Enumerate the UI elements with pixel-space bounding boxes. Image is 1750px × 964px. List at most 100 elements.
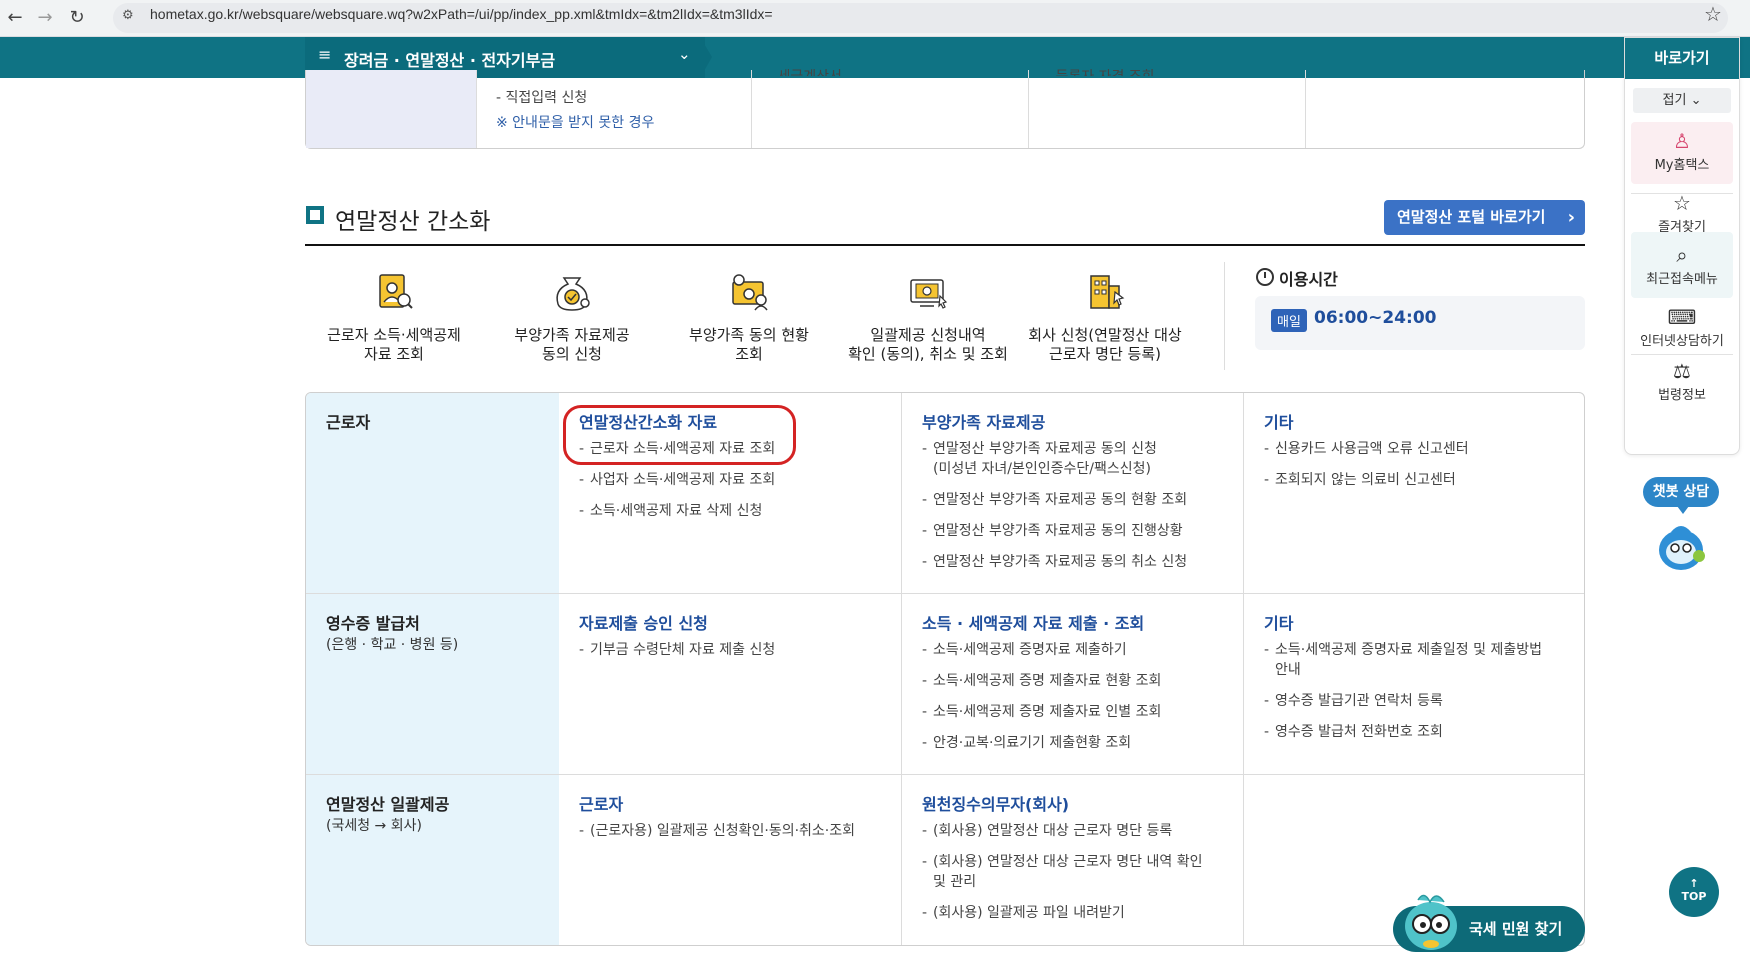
row-subtitle: (은행 · 학교 · 병원 등) xyxy=(326,637,459,653)
shortcut-label: 부양가족 동의 현황 조회 xyxy=(689,326,809,363)
table-cell: 기타 신용카드 사용금액 오류 신고센터 조회되지 않는 의료비 신고센터 xyxy=(1243,393,1584,593)
link-list: 기부금 수령단체 자료 제출 신청 xyxy=(579,640,887,671)
row-header: 영수증 발급처 (은행 · 학교 · 병원 등) xyxy=(306,594,559,774)
list-item[interactable]: 영수증 발급처 전화번호 조회 xyxy=(1264,722,1570,742)
url-text[interactable]: hometax.go.kr/websquare/websquare.wq?w2x… xyxy=(150,6,773,22)
list-item[interactable]: 조회되지 않는 의료비 신고센터 xyxy=(1264,470,1570,490)
list-item[interactable]: 연말정산 부양가족 자료제공 동의 진행상황 xyxy=(922,521,1229,541)
table-cell: 원천징수의무자(회사) (회사용) 연말정산 대상 근로자 명단 등록 (회사용… xyxy=(901,775,1243,945)
cell-title[interactable]: 근로자 xyxy=(579,791,623,815)
quick-item-label: 법령정보 xyxy=(1658,388,1706,403)
site-settings-icon[interactable]: ⚙ xyxy=(122,8,140,26)
divider xyxy=(1224,262,1225,370)
laptop-icon: ⌨ xyxy=(1667,305,1697,329)
cut-link[interactable]: - 등록자 자격 조회 xyxy=(1046,66,1155,76)
shortcut-bulk-provision[interactable]: 일괄제공 신청내역 확인 (동의), 취소 및 조회 xyxy=(842,270,1014,364)
link-list: 소득·세액공제 증명자료 제출하기 소득·세액공제 증명 제출자료 현황 조회 … xyxy=(922,640,1229,764)
menu-current-title[interactable]: 장려금 · 연말정산 · 전자기부금 xyxy=(344,47,555,71)
quick-item-myhometax[interactable]: ♙ My홈택스 xyxy=(1631,122,1733,184)
back-icon[interactable]: ← xyxy=(2,5,28,31)
shortcut-dependent-consent[interactable]: 부양가족 자료제공 동의 신청 xyxy=(487,270,657,364)
list-item[interactable]: 소득·세액공제 증명 제출자료 인별 조회 xyxy=(922,702,1229,722)
cell-title[interactable]: 자료제출 승인 신청 xyxy=(579,610,708,634)
chevron-right-icon: › xyxy=(1567,207,1575,228)
shortcut-label: 근로자 소득·세액공제 자료 조회 xyxy=(327,326,461,363)
quick-item-label: 최근접속메뉴 xyxy=(1646,272,1718,287)
row-header: 연말정산 일괄제공 (국세청 → 회사) xyxy=(306,775,559,945)
cell-title[interactable]: 원천징수의무자(회사) xyxy=(922,791,1069,815)
link-list: 소득·세액공제 증명자료 제출일정 및 제출방법 안내 영수증 발급기관 연락처… xyxy=(1264,640,1570,753)
list-item[interactable]: 소득·세액공제 증명 제출자료 현황 조회 xyxy=(922,671,1229,691)
table-row-header xyxy=(306,70,476,148)
hours-value: 06:00~24:00 xyxy=(1314,308,1437,328)
list-item[interactable]: 신용카드 사용금액 오류 신고센터 xyxy=(1264,439,1570,459)
list-item[interactable]: 소득·세액공제 증명자료 제출하기 xyxy=(922,640,1229,660)
section-title: 연말정산 간소화 xyxy=(335,209,491,235)
list-item[interactable]: (근로자용) 일괄제공 신청확인·동의·취소·조회 xyxy=(579,821,887,841)
link-list: 신용카드 사용금액 오류 신고센터 조회되지 않는 의료비 신고센터 xyxy=(1264,439,1570,501)
fold-button[interactable]: 접기 ⌄ xyxy=(1633,88,1731,113)
list-item[interactable]: (회사용) 연말정산 대상 근로자 명단 등록 xyxy=(922,821,1229,841)
portal-link-button[interactable]: 연말정산 포털 바로가기 › xyxy=(1384,200,1585,235)
chatbot-button[interactable]: 챗봇 상담 xyxy=(1643,477,1719,514)
family-consent-icon xyxy=(732,274,768,311)
list-item[interactable]: 연말정산 부양가족 자료제공 동의 현황 조회 xyxy=(922,490,1229,510)
portal-button-label: 연말정산 포털 바로가기 xyxy=(1397,208,1546,226)
cut-link[interactable]: - 세금계산서 xyxy=(768,66,842,76)
list-item[interactable]: 기부금 수령단체 자료 제출 신청 xyxy=(579,640,887,660)
divider xyxy=(1305,70,1306,148)
quick-item-label: My홈택스 xyxy=(1654,158,1710,173)
list-item[interactable]: 사업자 소득·세액공제 자료 조회 xyxy=(579,470,887,490)
service-table: 근로자 연말정산간소화 자료 근로자 소득·세액공제 자료 조회 사업자 소득·… xyxy=(305,392,1585,946)
cell-title[interactable]: 부양가족 자료제공 xyxy=(922,409,1045,433)
row-header: 근로자 xyxy=(306,393,559,593)
forward-icon[interactable]: → xyxy=(32,5,58,31)
link-direct-input[interactable]: - 직접입력 신청 xyxy=(496,87,587,107)
fold-label: 접기 xyxy=(1662,93,1687,108)
quick-panel-title: 바로가기 xyxy=(1625,38,1739,79)
divider xyxy=(1028,70,1029,148)
table-cell: 소득 · 세액공제 자료 제출 · 조회 소득·세액공제 증명자료 제출하기 소… xyxy=(901,594,1243,774)
cell-title[interactable]: 기타 xyxy=(1264,409,1293,433)
bookmark-star-icon[interactable]: ☆ xyxy=(1704,2,1722,26)
mascot-icon xyxy=(1405,894,1457,950)
chevron-down-icon[interactable]: ⌄ xyxy=(678,45,691,63)
daily-badge: 매일 xyxy=(1271,309,1307,332)
reload-icon[interactable]: ↻ xyxy=(64,5,90,31)
minwon-label: 국세 민원 찾기 xyxy=(1469,920,1563,938)
table-cell: 부양가족 자료제공 연말정산 부양가족 자료제공 동의 신청 (미성년 자녀/본… xyxy=(901,393,1243,593)
quick-item-recent[interactable]: ⌕ 최근접속메뉴 xyxy=(1631,232,1733,298)
section-square-icon xyxy=(306,206,324,224)
table-cell: 기타 소득·세액공제 증명자료 제출일정 및 제출방법 안내 영수증 발급기관 … xyxy=(1243,594,1584,774)
list-item[interactable]: 영수증 발급기관 연락처 등록 xyxy=(1264,691,1570,711)
row-title: 연말정산 일괄제공 xyxy=(326,795,450,814)
top-label: TOP xyxy=(1681,890,1707,903)
list-item[interactable]: 안경·교복·의료기기 제출현황 조회 xyxy=(922,733,1229,753)
cell-title[interactable]: 소득 · 세액공제 자료 제출 · 조회 xyxy=(922,610,1144,634)
money-bag-icon xyxy=(556,277,590,311)
hamburger-icon[interactable]: ≡ xyxy=(318,45,331,64)
list-item[interactable]: 소득·세액공제 자료 삭제 신청 xyxy=(579,501,887,521)
chatbot-mascot-icon[interactable] xyxy=(1653,516,1709,574)
row-title: 근로자 xyxy=(326,413,371,432)
list-item[interactable]: (회사용) 연말정산 대상 근로자 명단 내역 확인 및 관리 xyxy=(922,852,1229,892)
hours-title: 이용시간 xyxy=(1279,270,1338,289)
shortcut-company-apply[interactable]: 회사 신청(연말정산 대상 근로자 명단 등록) xyxy=(1020,270,1190,364)
section-rule xyxy=(305,244,1585,246)
shortcut-label: 일괄제공 신청내역 확인 (동의), 취소 및 조회 xyxy=(848,326,1008,363)
list-item[interactable]: 소득·세액공제 증명자료 제출일정 및 제출방법 안내 xyxy=(1264,640,1570,680)
cell-title[interactable]: 기타 xyxy=(1264,610,1293,634)
quick-item-consult[interactable]: ⌨ 인터넷상담하기 xyxy=(1631,296,1733,358)
arrow-up-icon: ↑ xyxy=(1689,877,1699,890)
quick-item-law[interactable]: ⚖ 법령정보 xyxy=(1631,354,1733,416)
list-item[interactable]: 연말정산 부양가족 자료제공 동의 신청 (미성년 자녀/본인인증수단/팩스신청… xyxy=(922,439,1229,479)
shortcut-dependent-status[interactable]: 부양가족 동의 현황 조회 xyxy=(664,270,834,364)
link-no-notice[interactable]: ※ 안내문을 받지 못한 경우 xyxy=(496,112,654,132)
scroll-top-button[interactable]: ↑ TOP xyxy=(1669,867,1719,917)
quick-item-favorites[interactable]: ☆ 즐겨찾기 xyxy=(1631,178,1733,240)
list-item[interactable]: (회사용) 일괄제공 파일 내려받기 xyxy=(922,903,1229,923)
list-item[interactable]: 연말정산 부양가족 자료제공 동의 취소 신청 xyxy=(922,552,1229,572)
shortcut-label: 회사 신청(연말정산 대상 근로자 명단 등록) xyxy=(1028,326,1182,363)
shortcut-worker-deduction[interactable]: 근로자 소득·세액공제 자료 조회 xyxy=(309,270,479,364)
recent-menu-icon: ⌕ xyxy=(1676,243,1688,267)
